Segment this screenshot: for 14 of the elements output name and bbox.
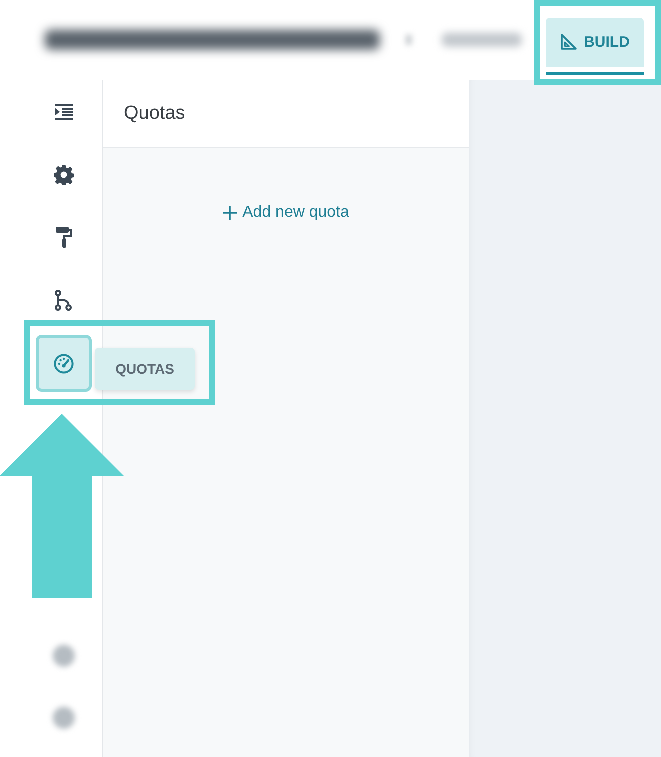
paint-roller-icon	[56, 227, 72, 248]
branch-icon	[55, 290, 72, 311]
plus-icon	[222, 206, 237, 220]
settings-icon	[54, 164, 74, 184]
gauge-icon	[54, 354, 74, 374]
blurred-icon	[52, 645, 74, 667]
quotas-tooltip: QUOTAS	[95, 348, 195, 390]
indent-icon	[54, 104, 72, 120]
add-quota-link[interactable]: Add new quota	[222, 204, 350, 222]
panel-title: Quotas	[124, 102, 186, 124]
build-tab[interactable]: BUILD	[546, 18, 644, 75]
blurred-icon	[52, 707, 74, 729]
blurred-separator	[406, 35, 412, 45]
triangle-ruler-icon	[560, 33, 578, 51]
